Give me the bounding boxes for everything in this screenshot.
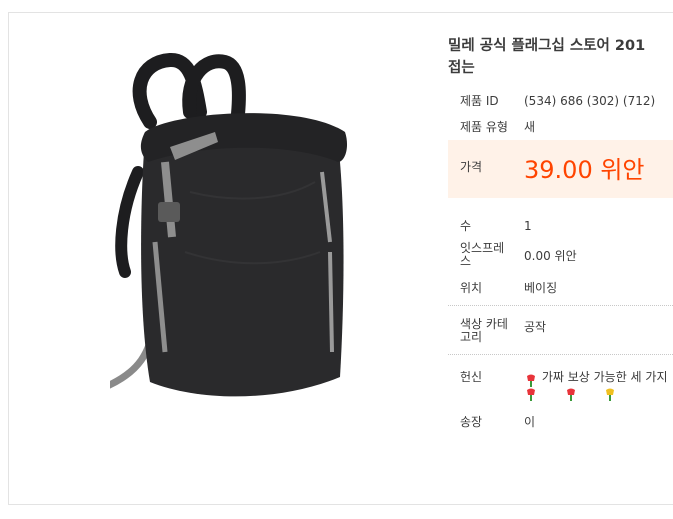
title-line-1: 밀레 공식 플래그십 스토어 201 bbox=[448, 38, 646, 54]
product-image[interactable] bbox=[101, 52, 380, 402]
tulip-icon bbox=[524, 371, 538, 387]
flower-icon bbox=[603, 387, 617, 401]
product-title[interactable]: 밀레 공식 플래그십 스토어 201 접는 bbox=[448, 35, 673, 79]
invoice-row: 송장 이 bbox=[448, 410, 673, 434]
title-line-2: 접는 bbox=[448, 60, 475, 76]
product-id-value: (534) 686 (302) (712) bbox=[524, 94, 656, 108]
color-value[interactable]: 공작 bbox=[524, 315, 546, 339]
invoice-value: 이 bbox=[524, 415, 536, 429]
price-value: 39.00 위안 bbox=[524, 156, 645, 184]
guarantee-icons bbox=[524, 386, 617, 401]
price-label: 가격 bbox=[460, 160, 483, 174]
donation-label: 헌신 bbox=[460, 370, 483, 384]
donation-value: 가짜 보상 가능한 세 가지 bbox=[541, 370, 668, 384]
express-value: 0.00 위안 bbox=[524, 249, 577, 263]
product-type-value: 새 bbox=[524, 120, 536, 134]
product-id-row: 제품 ID (534) 686 (302) (712) bbox=[448, 89, 673, 113]
tulip-icon bbox=[564, 387, 578, 401]
product-type-label: 제품 유형 bbox=[460, 120, 508, 134]
color-label: 색상 카테 고리 bbox=[460, 318, 520, 344]
express-row: 잇스프레 스 0.00 위안 bbox=[448, 242, 673, 270]
color-label-line-2: 고리 bbox=[460, 330, 483, 344]
quantity-row: 수 1 bbox=[448, 214, 673, 238]
color-row: 색상 카테 고리 공작 bbox=[448, 316, 673, 346]
location-label: 위치 bbox=[460, 281, 483, 295]
location-value: 베이징 bbox=[524, 281, 558, 295]
tulip-icon bbox=[524, 387, 538, 401]
section-divider bbox=[448, 305, 673, 306]
location-row: 위치 베이징 bbox=[448, 276, 673, 300]
product-type-row: 제품 유형 새 bbox=[448, 115, 673, 139]
express-label-line-2: 스 bbox=[460, 254, 472, 268]
quantity-label: 수 bbox=[460, 219, 472, 233]
express-label: 잇스프레 스 bbox=[460, 242, 520, 268]
invoice-label: 송장 bbox=[460, 415, 483, 429]
price-box: 가격 39.00 위안 bbox=[448, 140, 673, 198]
quantity-value[interactable]: 1 bbox=[524, 214, 532, 238]
product-id-label: 제품 ID bbox=[460, 94, 499, 108]
section-divider-2 bbox=[448, 354, 673, 355]
